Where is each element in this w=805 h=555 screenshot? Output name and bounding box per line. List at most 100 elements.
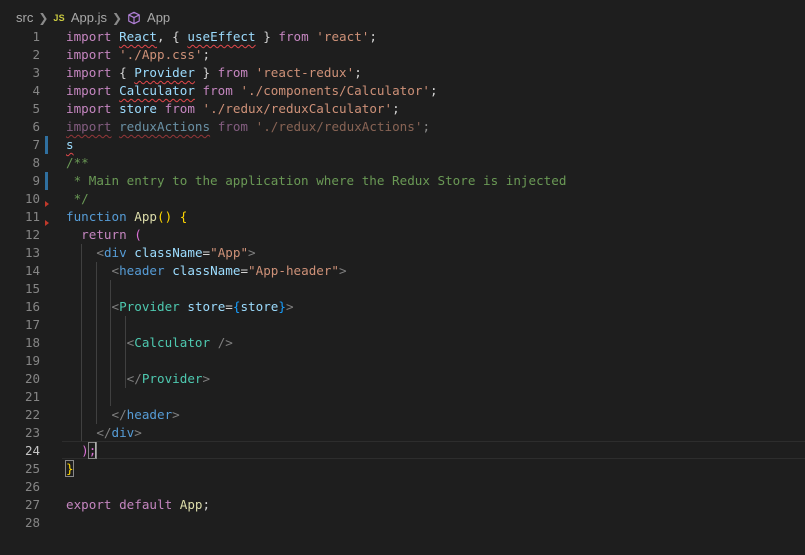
code-token: store <box>240 299 279 314</box>
code-token: ; <box>392 101 400 116</box>
code-line[interactable]: return ( <box>66 226 142 244</box>
code-token: from <box>217 65 249 80</box>
code-line[interactable]: s <box>66 136 74 154</box>
code-line[interactable]: <Calculator /> <box>66 334 233 352</box>
chevron-right-icon: ❯ <box>111 10 123 25</box>
line-number: 20 <box>24 371 40 386</box>
text-cursor <box>95 442 96 458</box>
line-number: 17 <box>24 317 40 332</box>
code-token: export <box>66 497 112 512</box>
code-token: Calculator <box>134 335 211 350</box>
code-token: from <box>202 83 233 98</box>
code-token: div <box>103 245 127 260</box>
code-token: store <box>187 299 226 314</box>
code-token: } <box>278 299 286 314</box>
line-number: 6 <box>32 119 40 134</box>
code-token: 'react-redux' <box>255 65 355 80</box>
code-line[interactable]: import reduxActions from './redux/reduxA… <box>66 118 430 136</box>
code-line[interactable]: <div className="App"> <box>66 244 255 262</box>
git-modified-marker[interactable] <box>45 136 48 154</box>
code-token: className <box>134 245 203 260</box>
code-line[interactable]: export default App; <box>66 496 210 514</box>
git-modified-marker[interactable] <box>45 172 48 190</box>
breadcrumb-file[interactable]: App.js <box>71 10 107 25</box>
line-number: 11 <box>24 209 40 224</box>
code-token: function <box>66 209 127 224</box>
code-token: './redux/reduxActions' <box>255 119 423 134</box>
code-token: < <box>111 263 120 278</box>
code-token: > <box>339 263 347 278</box>
line-number: 5 <box>32 101 40 116</box>
line-number: 7 <box>32 137 40 152</box>
code-token: Provider <box>119 299 180 314</box>
line-number: 19 <box>24 353 40 368</box>
code-token: > <box>172 407 180 422</box>
code-token: import <box>66 47 112 62</box>
code-token: ; <box>202 47 211 62</box>
breadcrumb-folder[interactable]: src <box>16 10 33 25</box>
code-line[interactable]: /** <box>66 154 89 172</box>
code-token: < <box>111 299 120 314</box>
code-token: 'react' <box>316 29 370 44</box>
code-line[interactable]: <Provider store={store}> <box>66 298 294 316</box>
code-line[interactable]: import store from './redux/reduxCalculat… <box>66 100 400 118</box>
code-token: ; <box>202 497 211 512</box>
code-token: return <box>81 227 127 242</box>
code-token: = <box>225 299 233 314</box>
code-line[interactable]: import './App.css'; <box>66 46 210 64</box>
code-line[interactable]: function App() { <box>66 208 187 226</box>
code-line[interactable]: </header> <box>66 406 180 424</box>
code-line[interactable]: import Calculator from './components/Cal… <box>66 82 438 100</box>
line-number: 25 <box>24 461 40 476</box>
code-token: App <box>179 497 203 512</box>
error-fold-marker[interactable] <box>45 220 49 226</box>
code-line[interactable]: * Main entry to the application where th… <box>66 172 567 190</box>
line-number: 8 <box>32 155 40 170</box>
code-token: ); <box>66 443 97 458</box>
code-comment: * Main entry to the application where th… <box>66 173 567 188</box>
code-token: import <box>66 29 112 44</box>
code-token: header <box>126 407 173 422</box>
code-token: </ <box>96 425 112 440</box>
code-line[interactable]: </div> <box>66 424 142 442</box>
line-number: 13 <box>24 245 40 260</box>
code-line[interactable]: <header className="App-header"> <box>66 262 347 280</box>
code-token: ( <box>126 227 142 242</box>
breadcrumb-symbol[interactable]: App <box>147 10 170 25</box>
code-token: import <box>66 65 112 80</box>
code-token: from <box>164 101 195 116</box>
cube-icon <box>127 11 141 25</box>
code-token: ; <box>422 119 431 134</box>
line-number: 1 <box>32 29 40 44</box>
code-line-active[interactable]: ); <box>66 442 96 460</box>
code-token: from <box>217 119 249 134</box>
line-number: 15 <box>24 281 40 296</box>
line-number: 23 <box>24 425 40 440</box>
line-number: 27 <box>24 497 40 512</box>
error-fold-marker[interactable] <box>45 201 49 207</box>
code-editor[interactable]: src ❯ JS App.js ❯ App 1 2 3 4 5 6 7 8 9 … <box>0 0 805 555</box>
code-token: header <box>119 263 165 278</box>
code-line[interactable]: import React, { useEffect } from 'react'… <box>66 28 377 46</box>
code-line[interactable]: */ <box>66 190 89 208</box>
code-token-error: reduxActions <box>119 119 211 134</box>
code-line[interactable]: import { Provider } from 'react-redux'; <box>66 64 362 82</box>
code-line[interactable]: </Provider> <box>66 370 210 388</box>
code-token-error: Calculator <box>119 83 195 98</box>
code-token: } <box>255 29 279 44</box>
code-token: Provider <box>141 371 203 386</box>
code-line[interactable]: } <box>66 460 74 478</box>
line-number: 9 <box>32 173 40 188</box>
line-number: 10 <box>24 191 40 206</box>
js-file-icon: JS <box>53 12 65 23</box>
